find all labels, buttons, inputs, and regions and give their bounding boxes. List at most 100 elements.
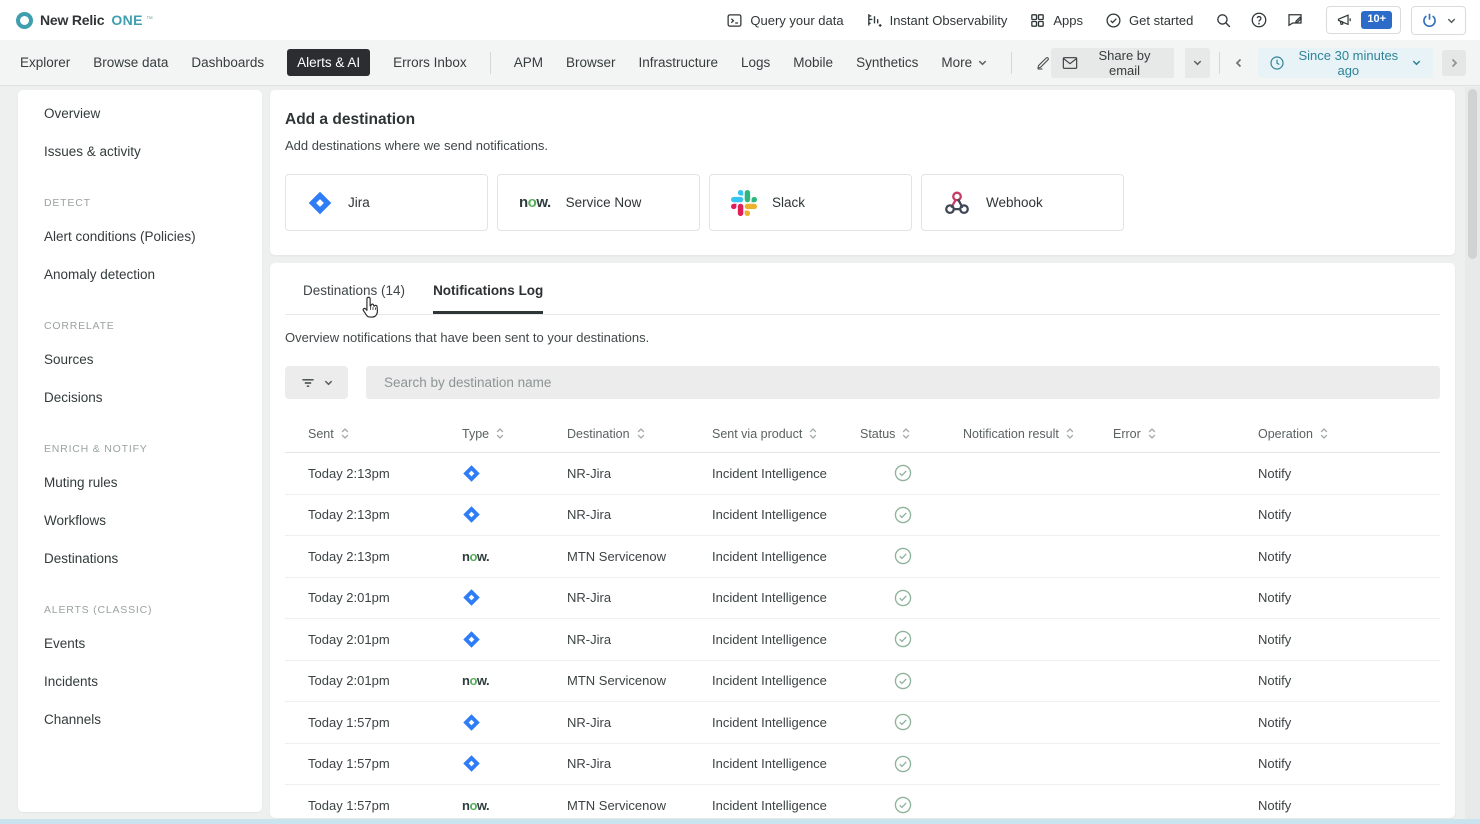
header-action-instant-observability[interactable]: Instant Observability (866, 12, 1008, 29)
tab-notifications-log[interactable]: Notifications Log (433, 283, 543, 314)
sidebar-item-anomaly-detection[interactable]: Anomaly detection (18, 256, 262, 294)
nav-items: Explorer Browse data Dashboards Alerts & AI… (20, 49, 1051, 76)
cell-status (860, 464, 963, 482)
destination-card-slack[interactable]: Slack (709, 174, 912, 231)
announcements-button[interactable]: 10+ (1326, 6, 1401, 33)
table-row[interactable]: Today 1:57pmNR-JiraIncident Intelligence… (285, 744, 1440, 786)
destination-card-service-now[interactable]: now.Service Now (497, 174, 700, 231)
sort-icon (901, 427, 911, 440)
cell-destination: NR-Jira (567, 507, 712, 522)
table-row[interactable]: Today 2:01pmnow.MTN ServicenowIncident I… (285, 661, 1440, 703)
edit-nav-button[interactable] (1035, 55, 1051, 71)
tab-destinations-14-[interactable]: Destinations (14) (303, 283, 405, 314)
nav-divider (1011, 52, 1012, 74)
cell-operation: Notify (1258, 466, 1440, 481)
cell-sent: Today 2:01pm (285, 632, 462, 647)
sidebar-item-sources[interactable]: Sources (18, 341, 262, 379)
page-scrollbar[interactable] (1465, 87, 1480, 819)
megaphone-icon (1335, 12, 1354, 29)
column-header-operation[interactable]: Operation (1258, 427, 1440, 441)
share-options-dropdown[interactable] (1185, 48, 1211, 78)
scrollbar-thumb[interactable] (1468, 89, 1477, 259)
time-range-picker[interactable]: Since 30 minutes ago (1258, 48, 1433, 78)
sidebar-item-muting-rules[interactable]: Muting rules (18, 464, 262, 502)
cell-status (860, 589, 963, 607)
sidebar-item-workflows[interactable]: Workflows (18, 502, 262, 540)
destination-card-webhook[interactable]: Webhook (921, 174, 1124, 231)
cell-sent: Today 2:13pm (285, 507, 462, 522)
help-button[interactable] (1250, 11, 1268, 29)
sidebar-item-overview[interactable]: Overview (18, 90, 262, 133)
cell-operation: Notify (1258, 715, 1440, 730)
chevron-down-icon (1446, 15, 1457, 26)
table-row[interactable]: Today 2:13pmNR-JiraIncident Intelligence… (285, 453, 1440, 495)
cell-sent: Today 1:57pm (285, 798, 462, 813)
table-row[interactable]: Today 2:01pmNR-JiraIncident Intelligence… (285, 619, 1440, 661)
nav-item-errors-inbox[interactable]: Errors Inbox (393, 55, 467, 70)
sidebar-item-destinations[interactable]: Destinations (18, 540, 262, 578)
nav-item-mobile[interactable]: Mobile (793, 55, 833, 70)
table-row[interactable]: Today 1:57pmNR-JiraIncident Intelligence… (285, 702, 1440, 744)
column-header-status[interactable]: Status (860, 427, 963, 441)
table-row[interactable]: Today 2:13pmnow.MTN ServicenowIncident I… (285, 536, 1440, 578)
time-range-back-button[interactable] (1229, 53, 1249, 73)
success-check-icon (894, 464, 912, 482)
sidebar-item-decisions[interactable]: Decisions (18, 379, 262, 417)
header-action-apps[interactable]: Apps (1029, 12, 1083, 29)
sidebar-item-events[interactable]: Events (18, 625, 262, 663)
cell-sent: Today 2:13pm (285, 549, 462, 564)
sort-icon (1147, 427, 1157, 440)
nav-item-browse-data[interactable]: Browse data (93, 55, 168, 70)
cell-sent: Today 2:01pm (285, 673, 462, 688)
sidebar-section-alerts-classic-: ALERTS (CLASSIC) (18, 578, 262, 625)
logo-product-text: ONE (111, 12, 143, 28)
column-header-error[interactable]: Error (1113, 427, 1258, 441)
column-header-type[interactable]: Type (462, 427, 567, 441)
check-circle-icon (1105, 12, 1122, 29)
cell-type: now. (462, 549, 567, 564)
sidebar-item-alert-conditions-policies-[interactable]: Alert conditions (Policies) (18, 218, 262, 256)
sidebar-item-issues-activity[interactable]: Issues & activity (18, 133, 262, 171)
table-row[interactable]: Today 2:01pmNR-JiraIncident Intelligence… (285, 578, 1440, 620)
sidebar-section-detect: DETECT (18, 171, 262, 218)
jira-icon (462, 713, 481, 732)
sidebar-item-incidents[interactable]: Incidents (18, 663, 262, 701)
nav-item-apm[interactable]: APM (514, 55, 543, 70)
sidebar-item-channels[interactable]: Channels (18, 701, 262, 739)
terminal-icon (726, 12, 743, 29)
column-header-sent[interactable]: Sent (285, 427, 462, 441)
column-header-destination[interactable]: Destination (567, 427, 712, 441)
table-row[interactable]: Today 1:57pmnow.MTN ServicenowIncident I… (285, 785, 1440, 818)
user-menu-button[interactable] (1411, 6, 1466, 35)
cell-status (860, 755, 963, 773)
nav-item-browser[interactable]: Browser (566, 55, 616, 70)
destination-card-jira[interactable]: Jira (285, 174, 488, 231)
header-action-get-started[interactable]: Get started (1105, 12, 1193, 29)
feedback-button[interactable] (1286, 11, 1304, 29)
header-action-query-your-data[interactable]: Query your data (726, 12, 843, 29)
nav-item-synthetics[interactable]: Synthetics (856, 55, 918, 70)
search-input[interactable] (366, 366, 1440, 399)
column-header-notification-result[interactable]: Notification result (963, 427, 1113, 441)
filter-button[interactable] (285, 366, 348, 399)
jira-icon (462, 630, 481, 649)
cell-type: now. (462, 673, 567, 688)
nav-item-alerts-ai[interactable]: Alerts & AI (287, 49, 370, 76)
chevron-down-icon (323, 377, 334, 388)
nav-item-explorer[interactable]: Explorer (20, 55, 70, 70)
new-relic-logo[interactable]: New Relic ONE ™ (16, 12, 153, 29)
nav-item-more[interactable]: More (941, 55, 988, 70)
sidebar-list: OverviewIssues & activityDETECTAlert con… (18, 90, 262, 739)
time-range-forward-button[interactable] (1442, 50, 1466, 76)
nav-item-infrastructure[interactable]: Infrastructure (638, 55, 718, 70)
nav-item-logs[interactable]: Logs (741, 55, 770, 70)
top-header: New Relic ONE ™ Query your data Instant O… (0, 0, 1480, 40)
nav-item-dashboards[interactable]: Dashboards (191, 55, 264, 70)
column-header-sent-via-product[interactable]: Sent via product (712, 427, 860, 441)
cell-sent: Today 2:13pm (285, 466, 462, 481)
share-by-email-button[interactable]: Share by email (1051, 48, 1174, 78)
table-body: Today 2:13pmNR-JiraIncident Intelligence… (285, 453, 1440, 818)
sidebar-section-correlate: CORRELATE (18, 294, 262, 341)
table-row[interactable]: Today 2:13pmNR-JiraIncident Intelligence… (285, 495, 1440, 537)
search-button[interactable] (1215, 12, 1232, 29)
